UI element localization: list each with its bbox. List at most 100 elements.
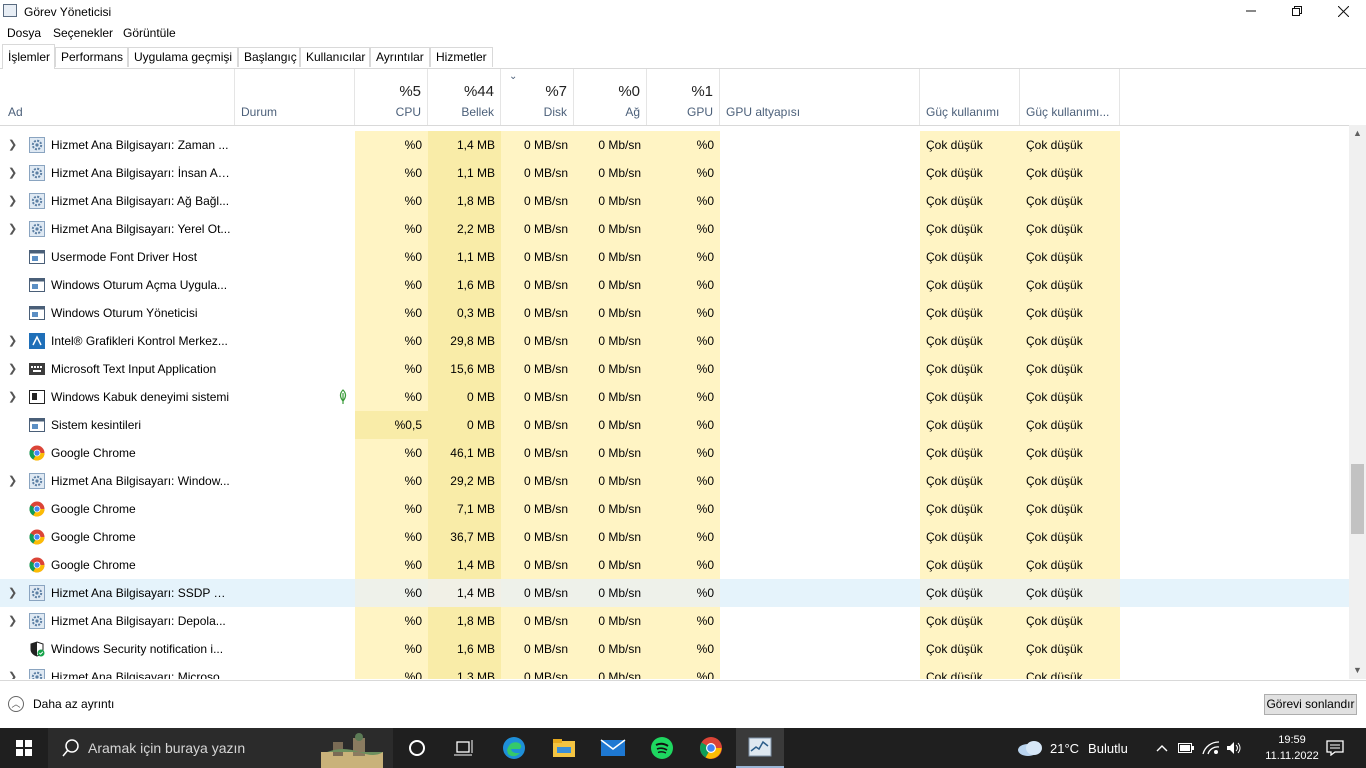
tab-performance[interactable]: Performans [55,47,128,67]
weather-widget[interactable]: 21°C Bulutlu [1016,728,1128,768]
shell-icon [29,389,45,405]
chevron-right-icon[interactable]: ❯ [8,355,17,383]
header-name[interactable]: Ad [0,69,235,125]
process-row[interactable]: Google Chrome %0 46,1 MB 0 MB/sn 0 Mb/sn %0 Ço… [0,439,1349,467]
header-status[interactable]: Durum [235,69,355,125]
tab-users[interactable]: Kullanıcılar [300,47,370,67]
chevron-right-icon[interactable]: ❯ [8,187,17,215]
task-view-button[interactable] [440,728,488,768]
vertical-scrollbar[interactable]: ▲ ▼ [1349,125,1366,679]
task-manager-icon [3,4,17,17]
process-row[interactable]: ❯ Hizmet Ana Bilgisayarı: Yerel Ot... %0 2,… [0,215,1349,243]
process-row[interactable]: ❯ Intel® Grafikleri Kontrol Merkez... %0 29… [0,327,1349,355]
taskbar-mail[interactable] [589,728,637,768]
scroll-up-icon[interactable]: ▲ [1349,125,1366,142]
process-row[interactable]: Sistem kesintileri %0,5 0 MB 0 MB/sn 0 Mb/sn… [0,411,1349,439]
header-network[interactable]: %0 Ağ [574,69,647,125]
process-row[interactable]: ❯ Hizmet Ana Bilgisayarı: Ağ Bağl... %0 1,8… [0,187,1349,215]
tab-processes[interactable]: İşlemler [2,44,55,69]
chevron-right-icon[interactable]: ❯ [8,131,17,159]
cpu-cell: %0 [355,635,428,663]
tab-app-history[interactable]: Uygulama geçmişi [128,47,238,67]
power-cell: Çok düşük [920,551,1020,579]
process-row[interactable]: Windows Oturum Açma Uygula... %0 1,6 MB 0 M… [0,271,1349,299]
memory-cell: 29,8 MB [428,327,501,355]
start-button[interactable] [0,728,48,768]
memory-cell: 46,1 MB [428,439,501,467]
menu-view[interactable]: Görüntüle [123,26,176,40]
taskbar-chrome[interactable] [687,728,735,768]
process-row[interactable]: Google Chrome %0 36,7 MB 0 MB/sn 0 Mb/sn %0 Ço… [0,523,1349,551]
chevron-right-icon[interactable]: ❯ [8,467,17,495]
process-row[interactable]: ❯ Hizmet Ana Bilgisayarı: SSDP Bu... %0 1,4… [0,579,1349,607]
header-power[interactable]: Güç kullanımı [920,69,1020,125]
efficiency-leaf-icon [339,389,347,404]
gpu-cell: %0 [647,243,720,271]
chevron-right-icon[interactable]: ❯ [8,579,17,607]
network-cell: 0 Mb/sn [574,551,647,579]
chevron-right-icon[interactable]: ❯ [8,327,17,355]
process-row[interactable]: ❯ Microsoft Text Input Application %0 15,6 … [0,355,1349,383]
tab-services[interactable]: Hizmetler [430,47,493,67]
taskbar-spotify[interactable] [638,728,686,768]
chevron-right-icon[interactable]: ❯ [8,159,17,187]
column-header: Ad Durum %5 CPU %44 Bellek ⌄ %7 Disk %0 … [0,69,1349,126]
notification-center-button[interactable] [1320,728,1350,768]
process-row[interactable]: Windows Oturum Yöneticisi %0 0,3 MB 0 MB/sn… [0,299,1349,327]
battery-tray[interactable] [1176,728,1196,768]
fewer-details-button[interactable]: ︿ Daha az ayrıntı [8,696,114,712]
chevron-right-icon[interactable]: ❯ [8,215,17,243]
process-row[interactable]: ❯ Windows Kabuk deneyimi sistemi %0 0 MB 0 M… [0,383,1349,411]
chevron-right-icon[interactable]: ❯ [8,383,17,411]
chrome-icon [29,501,45,517]
weather-description: Bulutlu [1088,740,1128,756]
cortana-button[interactable] [393,728,441,768]
process-row[interactable]: ❯ Hizmet Ana Bilgisayarı: Zaman ... %0 1,4 … [0,131,1349,159]
power-cell: Çok düşük [920,411,1020,439]
cpu-cell: %0 [355,327,428,355]
process-row[interactable]: ❯ Hizmet Ana Bilgisayarı: Microso... %0 1,3… [0,663,1349,679]
chevron-right-icon[interactable]: ❯ [8,663,17,679]
header-memory[interactable]: %44 Bellek [428,69,501,125]
volume-tray[interactable] [1224,728,1244,768]
wifi-icon [1202,741,1220,755]
tab-startup[interactable]: Başlangıç [238,47,300,67]
tab-details[interactable]: Ayrıntılar [370,47,430,67]
close-button[interactable] [1320,0,1366,22]
end-task-button[interactable]: Görevi sonlandır [1264,694,1357,715]
header-cpu[interactable]: %5 CPU [355,69,428,125]
taskbar-edge[interactable] [490,728,538,768]
menu-file[interactable]: Dosya [7,26,41,40]
process-row[interactable]: ❯ Hizmet Ana Bilgisayarı: İnsan Ar... %0 1,… [0,159,1349,187]
scroll-thumb[interactable] [1351,464,1364,534]
disk-cell: 0 MB/sn [501,495,574,523]
taskbar-task-manager[interactable] [736,728,784,768]
scroll-down-icon[interactable]: ▼ [1349,662,1366,679]
taskbar-file-explorer[interactable] [540,728,588,768]
header-gpu[interactable]: %1 GPU [647,69,720,125]
process-name: Hizmet Ana Bilgisayarı: Window... [51,474,230,488]
network-tray[interactable] [1200,728,1222,768]
restore-button[interactable] [1274,0,1320,22]
process-row[interactable]: Usermode Font Driver Host %0 1,1 MB 0 MB/sn… [0,243,1349,271]
header-gpu-engine[interactable]: GPU altyapısı [720,69,920,125]
process-row[interactable]: Google Chrome %0 1,4 MB 0 MB/sn 0 Mb/sn %0 Çok… [0,551,1349,579]
process-row[interactable]: Windows Security notification i... %0 1,6 … [0,635,1349,663]
header-disk[interactable]: ⌄ %7 Disk [501,69,574,125]
chevron-right-icon[interactable]: ❯ [8,607,17,635]
taskbar-clock[interactable]: 19:59 11.11.2022 [1262,732,1322,764]
menu-options[interactable]: Seçenekler [53,26,113,40]
header-power-trend[interactable]: Güç kullanımı... [1020,69,1120,125]
cpu-cell: %0,5 [355,411,428,439]
process-row[interactable]: ❯ Hizmet Ana Bilgisayarı: Window... %0 29,2… [0,467,1349,495]
process-row[interactable]: ❯ Hizmet Ana Bilgisayarı: Depola... %0 1,8 … [0,607,1349,635]
taskbar-search-box[interactable]: Aramak için buraya yazın [48,728,393,768]
minimize-button[interactable] [1228,0,1274,22]
gpu-cell: %0 [647,187,720,215]
memory-cell: 36,7 MB [428,523,501,551]
process-name: Microsoft Text Input Application [51,362,217,376]
process-row[interactable]: Google Chrome %0 7,1 MB 0 MB/sn 0 Mb/sn %0 Çok… [0,495,1349,523]
cpu-cell: %0 [355,551,428,579]
show-hidden-icons-button[interactable] [1152,728,1172,768]
gpu-engine-cell [720,271,920,299]
